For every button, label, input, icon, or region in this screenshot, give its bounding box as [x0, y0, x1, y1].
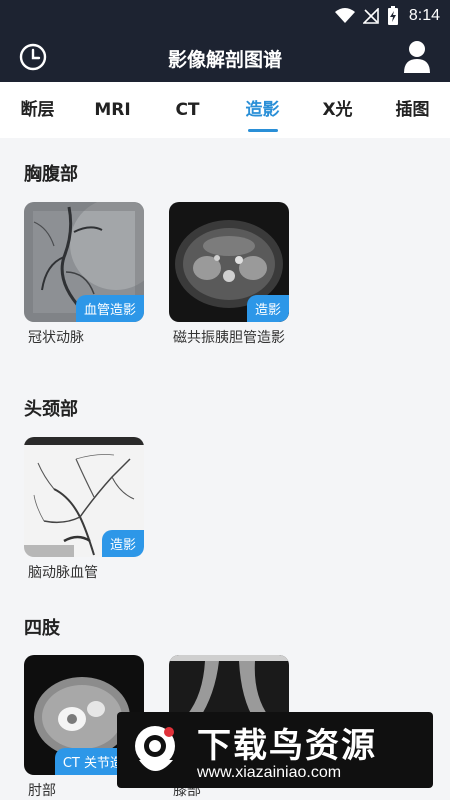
- section-title-thorax-abdomen: 胸腹部: [24, 164, 78, 185]
- coronary-angiogram-image: 血管造影: [24, 202, 144, 322]
- battery-charging-icon: [387, 6, 398, 25]
- atlas-list: 胸腹部 血管造影 冠状动脉 造影 磁共振胰胆管造影 头颈部 造影 脑动脉血管 四…: [0, 138, 450, 800]
- user-profile-icon[interactable]: [402, 40, 432, 74]
- no-signal-icon: [362, 8, 379, 24]
- card-tag: 造影: [101, 530, 144, 557]
- app-title: 影像解剖图谱: [167, 49, 282, 71]
- card-label: 脑动脉血管: [28, 565, 98, 581]
- tab-zaoying[interactable]: 造影: [225, 82, 300, 138]
- card-tag: 造影: [246, 295, 289, 322]
- tab-illustration[interactable]: 插图: [375, 82, 450, 138]
- app-bar: 影像解剖图谱: [0, 32, 450, 82]
- card-mrcp[interactable]: 造影 磁共振胰胆管造影: [169, 202, 289, 347]
- bird-logo-icon: [135, 726, 175, 771]
- tab-xray[interactable]: X光: [300, 82, 375, 138]
- card-coronary-artery[interactable]: 血管造影 冠状动脉: [24, 202, 144, 347]
- section-title-head-neck: 头颈部: [24, 399, 78, 420]
- tab-ct[interactable]: CT: [150, 82, 225, 138]
- tab-mri[interactable]: MRI: [75, 82, 150, 138]
- watermark-url: www.xiazainiao.com: [197, 764, 342, 781]
- tab-duanceng[interactable]: 断层: [0, 82, 75, 138]
- status-time: 8:14: [408, 7, 440, 24]
- card-label: 冠状动脉: [28, 330, 84, 346]
- status-bar: 8:14: [0, 0, 450, 32]
- watermark-brand: 下载鸟资源: [197, 726, 377, 766]
- card-cerebral-arteries[interactable]: 造影 脑动脉血管: [24, 437, 144, 582]
- card-label: 磁共振胰胆管造影: [173, 330, 285, 346]
- category-tabs: 断层 MRI CT 造影 X光 插图: [0, 82, 450, 138]
- card-tag: 血管造影: [75, 295, 144, 322]
- cerebral-angiogram-image: 造影: [24, 437, 144, 557]
- wifi-icon: [334, 8, 355, 23]
- watermark-banner: 下载鸟资源 www.xiazainiao.com: [117, 712, 433, 788]
- section-title-limbs: 四肢: [24, 618, 60, 639]
- mrcp-image: 造影: [169, 202, 289, 322]
